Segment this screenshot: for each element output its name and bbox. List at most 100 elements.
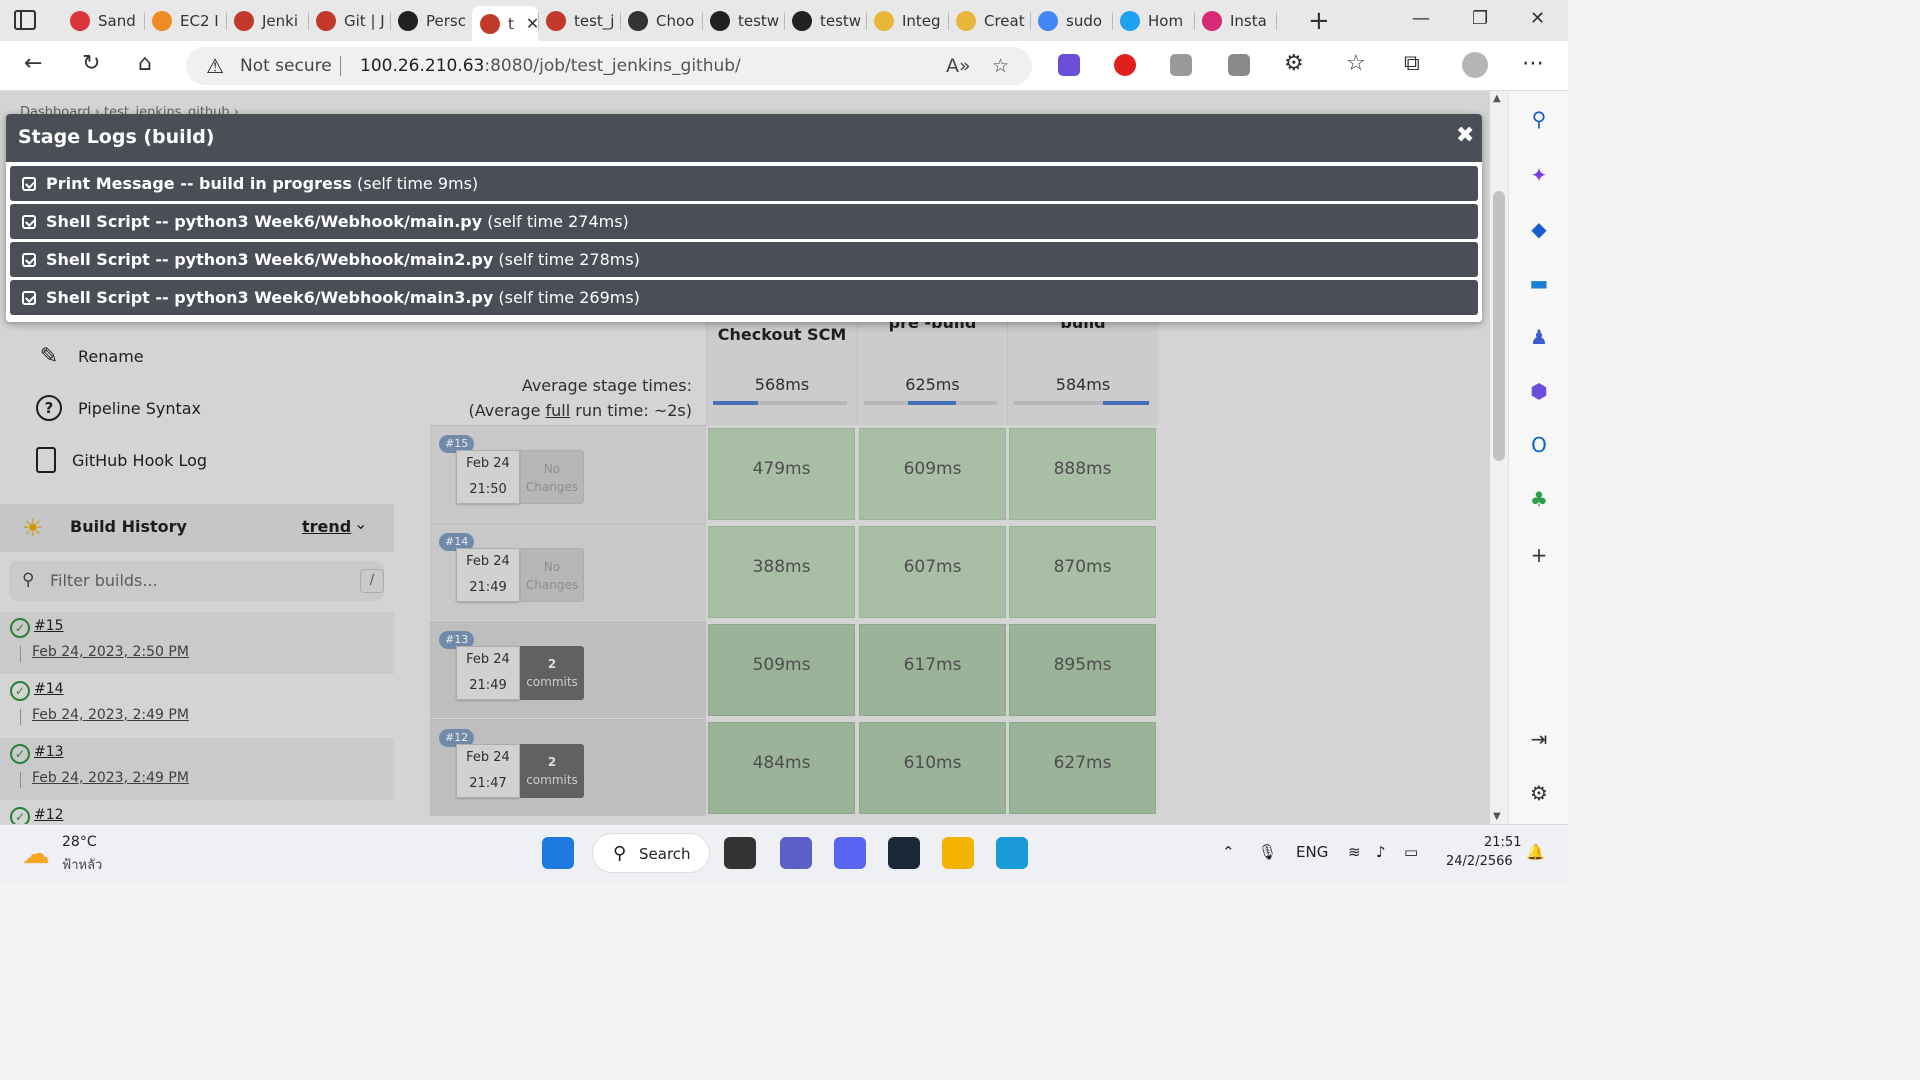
restore-button[interactable]: ❐ — [1472, 8, 1488, 29]
browser-tab[interactable]: Sand — [62, 6, 144, 36]
stage-log-entry[interactable]: Shell Script -- python3 Week6/Webhook/ma… — [10, 204, 1478, 239]
stage-log-entry[interactable]: Shell Script -- python3 Week6/Webhook/ma… — [10, 280, 1478, 315]
hide-sidebar-icon[interactable]: ⇥ — [1527, 727, 1551, 751]
profile-avatar[interactable] — [1462, 52, 1488, 78]
browser-tab[interactable]: t ✕ — [472, 6, 538, 41]
task-view-icon[interactable] — [724, 837, 756, 869]
steam-icon[interactable] — [888, 837, 920, 869]
copilot-extension-icon[interactable] — [1058, 54, 1080, 76]
microsoft365-icon[interactable]: ⬢ — [1527, 379, 1551, 403]
tab-actions-icon[interactable] — [14, 10, 36, 30]
teams-chat-icon[interactable] — [780, 837, 812, 869]
scrollbar-thumb[interactable] — [1493, 191, 1505, 461]
discord-icon[interactable] — [834, 837, 866, 869]
minimize-button[interactable]: — — [1412, 8, 1430, 29]
close-window-button[interactable]: ✕ — [1530, 8, 1545, 29]
battery-icon[interactable]: ▭ — [1404, 843, 1418, 861]
search-icon[interactable]: ⚲ — [1527, 107, 1551, 131]
log-self-time: (self time 9ms) — [351, 174, 479, 193]
clock-time[interactable]: 21:51 — [1484, 835, 1521, 850]
browser-tab[interactable]: Jenki — [226, 6, 308, 36]
home-icon[interactable]: ⌂ — [138, 51, 152, 76]
tab-label: Creat — [984, 12, 1025, 30]
file-explorer-icon[interactable] — [942, 837, 974, 869]
weather-icon[interactable]: ☁ — [22, 837, 50, 870]
browser-tab[interactable]: sudo — [1030, 6, 1112, 36]
browser-tab[interactable]: Persc — [390, 6, 472, 36]
tab-label: Insta — [1230, 12, 1267, 30]
tab-label: Hom — [1148, 12, 1184, 30]
tab-favicon-icon — [70, 11, 90, 31]
expand-log-icon[interactable] — [22, 252, 36, 267]
refresh-icon[interactable]: ↻ — [82, 51, 100, 76]
browser-tab[interactable]: Integ — [866, 6, 948, 36]
browser-tab[interactable]: test_j — [538, 6, 620, 36]
weather-description[interactable]: ฟ้าหลัว — [62, 854, 102, 875]
expand-log-icon[interactable] — [22, 290, 36, 305]
games-icon[interactable]: ♟ — [1527, 325, 1551, 349]
security-label[interactable]: Not secure — [240, 56, 332, 76]
vpn-extension-icon[interactable] — [1170, 54, 1192, 76]
stage-log-entry[interactable]: Shell Script -- python3 Week6/Webhook/ma… — [10, 242, 1478, 277]
volume-icon[interactable]: ♪ — [1376, 843, 1386, 861]
close-tab-icon[interactable]: ✕ — [526, 14, 538, 33]
tab-favicon-icon — [874, 11, 894, 31]
page-scrollbar[interactable]: ▲ ▼ — [1490, 91, 1508, 824]
browser-tab[interactable]: Choo — [620, 6, 702, 36]
warning-icon[interactable]: ⚠ — [206, 54, 224, 78]
opera-extension-icon[interactable] — [1114, 54, 1136, 76]
back-icon[interactable]: ← — [24, 51, 42, 76]
tree-icon[interactable]: ♣ — [1527, 487, 1551, 511]
start-icon[interactable] — [542, 837, 574, 869]
tab-favicon-icon — [792, 11, 812, 31]
tab-favicon-icon — [480, 13, 500, 34]
browser-tab[interactable]: testw — [702, 6, 784, 36]
address-bar[interactable]: ⚠ Not secure 100.26.210.63:8080/job/test… — [186, 47, 1032, 85]
wifi-icon[interactable]: ≋ — [1348, 843, 1361, 861]
close-icon[interactable]: ✖ — [1456, 123, 1474, 148]
taskbar-search[interactable]: ⚲ Search — [592, 833, 710, 873]
tab-favicon-icon — [1202, 11, 1222, 31]
scroll-down-icon[interactable]: ▼ — [1493, 811, 1501, 822]
browser-tab[interactable]: Insta — [1194, 6, 1276, 36]
browser-tab[interactable]: Creat — [948, 6, 1030, 36]
settings-icon[interactable]: ⚙ — [1527, 781, 1551, 805]
new-tab-button[interactable]: + — [1308, 6, 1330, 36]
add-icon[interactable]: + — [1527, 543, 1551, 567]
tab-favicon-icon — [152, 11, 172, 31]
log-step-name: Shell Script -- python3 Week6/Webhook/ma… — [46, 250, 494, 269]
edge-sidebar: ⚲ ✦ ◆ ▬ ♟ ⬢ O ♣ + ⇥ ⚙ — [1508, 91, 1568, 824]
show-hidden-icons-icon[interactable]: ⌃ — [1222, 843, 1235, 861]
expand-log-icon[interactable] — [22, 214, 36, 229]
stage-log-entry[interactable]: Print Message -- build in progress (self… — [10, 166, 1478, 201]
tab-label: EC2 I — [180, 12, 219, 30]
browser-tab[interactable]: EC2 I — [144, 6, 226, 36]
extension-icon[interactable] — [1228, 54, 1250, 76]
url-text[interactable]: 100.26.210.63:8080/job/test_jenkins_gith… — [360, 56, 741, 76]
browser-tab[interactable]: Git | J — [308, 6, 390, 36]
copilot-icon[interactable]: ✦ — [1527, 163, 1551, 187]
weather-temperature[interactable]: 28°C — [62, 834, 97, 850]
add-favorite-icon[interactable]: ☆ — [992, 55, 1009, 77]
expand-log-icon[interactable] — [22, 176, 36, 191]
browser-tab[interactable]: Hom — [1112, 6, 1194, 36]
scroll-up-icon[interactable]: ▲ — [1493, 93, 1501, 104]
browser-tab[interactable]: testw — [784, 6, 866, 36]
favorites-icon[interactable]: ☆ — [1346, 51, 1366, 76]
collections-icon[interactable]: ⧉ — [1404, 51, 1420, 76]
log-step-name: Shell Script -- python3 Week6/Webhook/ma… — [46, 288, 494, 307]
shopping-tag-icon[interactable]: ◆ — [1527, 217, 1551, 241]
outlook-icon[interactable]: O — [1527, 433, 1551, 457]
tools-icon[interactable]: ▬ — [1527, 271, 1551, 295]
edge-icon[interactable] — [996, 837, 1028, 869]
log-self-time: (self time 274ms) — [482, 212, 629, 231]
more-menu-icon[interactable]: ⋯ — [1522, 51, 1544, 76]
extensions-icon[interactable]: ⚙ — [1284, 51, 1304, 76]
read-aloud-icon[interactable]: A» — [946, 55, 971, 77]
tab-strip: Sand EC2 I Jenki Git | J Persc t ✕ test_j Choo te… — [0, 0, 1568, 41]
clock-date[interactable]: 24/2/2566 — [1446, 854, 1513, 869]
notifications-icon[interactable]: 🔔 — [1526, 843, 1545, 861]
microphone-icon[interactable]: 🎙 — [1258, 843, 1277, 861]
language-indicator[interactable]: ENG — [1296, 843, 1328, 861]
url-separator — [340, 56, 341, 76]
